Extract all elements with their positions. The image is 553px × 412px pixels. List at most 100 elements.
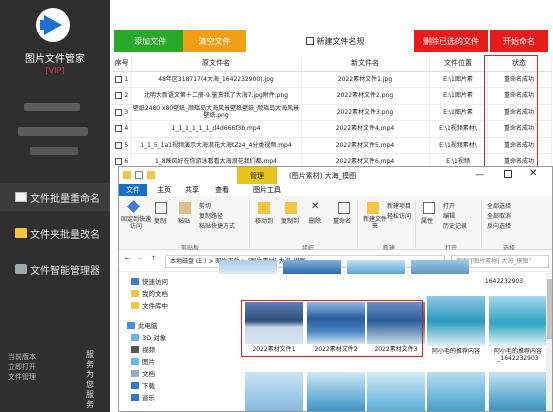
rename-button[interactable]: 重命名 [333, 216, 351, 225]
file-thumbnail[interactable] [411, 260, 469, 274]
select-all-button[interactable]: 全部选择 [487, 201, 511, 210]
file-thumbnail[interactable] [219, 260, 277, 274]
tree-my-docs[interactable]: 我的文档 [131, 288, 168, 298]
file-thumbnail[interactable] [427, 372, 485, 411]
tab-home[interactable]: 主页 [151, 184, 177, 196]
file-thumbnail[interactable] [245, 302, 303, 344]
col-header-new[interactable]: 新文件名 [301, 55, 430, 72]
copy-button[interactable]: 复制 [154, 216, 166, 225]
tab-share[interactable]: 共享 [179, 184, 205, 196]
maximize-icon[interactable] [504, 170, 512, 178]
tree-this-pc[interactable]: 此电脑 [127, 320, 158, 330]
set-rule-button[interactable]: 新建文件名规 [290, 30, 380, 52]
close-icon[interactable]: ✕ [529, 168, 537, 179]
file-thumbnail[interactable] [489, 296, 547, 346]
history-button[interactable]: 历史记录 [443, 221, 467, 230]
tree-pictures[interactable]: 图片 [131, 356, 155, 366]
cut-button[interactable]: 剪切 [199, 201, 211, 210]
file-thumbnail[interactable] [367, 302, 425, 344]
row-checkbox[interactable] [115, 92, 123, 100]
computer-icon [127, 321, 135, 329]
forward-icon[interactable]: → [137, 255, 142, 262]
file-name[interactable]: 2022素材文件2 [305, 346, 367, 353]
clear-files-button[interactable]: 清空文件 [183, 30, 246, 52]
properties-icon[interactable] [135, 171, 143, 179]
up-icon[interactable]: ↑ [151, 255, 156, 262]
open-button[interactable]: 打开 [443, 201, 455, 210]
rename-icon[interactable] [338, 202, 350, 214]
table-row[interactable]: 1 48年区318717(4大海_1642232900).jpg 2022素材文件1… [113, 71, 552, 88]
row-checkbox[interactable] [115, 108, 123, 116]
delete-button[interactable]: 删除 [309, 216, 321, 225]
paste-button[interactable]: 粘贴 [178, 216, 190, 225]
properties-button[interactable]: 属性 [421, 216, 433, 225]
delete-selected-button[interactable]: 删除已选的文件 [414, 30, 488, 52]
row-checkbox[interactable] [115, 125, 123, 133]
file-name[interactable]: 2022素材文件1 [243, 346, 305, 353]
col-header-no[interactable]: 序号 [113, 55, 132, 72]
file-name[interactable]: 2022素材文件3 [365, 346, 427, 353]
pin-icon[interactable] [127, 200, 140, 213]
start-rename-button[interactable]: 开始命名 [490, 30, 548, 52]
col-header-location[interactable]: 文件位置 [429, 55, 488, 72]
select-none-button[interactable]: 全部取消 [487, 211, 511, 220]
file-thumbnail[interactable] [307, 372, 365, 411]
move-to-button[interactable]: 移动到 [255, 216, 273, 225]
file-name[interactable]: 阿小毛的推荐内容_1642232903 [487, 348, 549, 362]
scrollbar-thumb[interactable] [547, 279, 552, 339]
invert-selection-button[interactable]: 反向选择 [487, 221, 511, 230]
minimize-icon[interactable]: — [475, 170, 484, 180]
copy-path-button[interactable]: 复制路径 [199, 211, 223, 220]
table-row[interactable]: 2 北明大新语文第十二册-9.鉴赏我了大海7.jpg附件.png 2022素材文件2… [113, 87, 552, 105]
copy-icon[interactable] [155, 202, 167, 214]
move-to-icon[interactable] [258, 202, 270, 214]
file-thumbnail[interactable] [367, 372, 425, 411]
tree-quick-access[interactable]: 快速访问 [131, 276, 168, 286]
pin-button[interactable]: 固定到快速访问 [121, 216, 151, 230]
file-thumbnail[interactable] [347, 260, 405, 274]
copy-to-button[interactable]: 复制到 [281, 216, 299, 225]
new-folder-icon[interactable] [147, 171, 155, 179]
tab-picture-tools[interactable]: 图片工具 [247, 184, 287, 196]
file-thumbnail[interactable] [283, 260, 341, 274]
row-checkbox[interactable] [115, 158, 123, 166]
easy-access-button[interactable]: 轻松访问 [387, 211, 411, 220]
copy-to-icon[interactable] [285, 202, 297, 214]
row-checkbox[interactable] [115, 75, 123, 83]
col-header-original[interactable]: 原文件名 [131, 55, 302, 72]
tree-library[interactable]: 文件库中 [131, 300, 168, 310]
add-files-button[interactable]: 添加文件 [114, 30, 186, 52]
tree-music[interactable]: 音乐 [131, 392, 155, 402]
tab-file[interactable]: 文件 [119, 184, 147, 196]
file-thumbnail[interactable] [489, 372, 547, 411]
file-name[interactable]: 阿小毛的推荐内容 [425, 348, 487, 355]
file-thumbnail[interactable] [307, 302, 365, 344]
paste-icon[interactable] [179, 202, 191, 214]
manage-tab[interactable]: 管理 [237, 167, 277, 184]
row-checkbox[interactable] [115, 141, 123, 149]
table-row[interactable]: 4 1_1_1_1_1_1_d4d666f3b.mp4 2022素材文件4.mp4 E… [113, 120, 552, 138]
file-thumbnail[interactable] [427, 296, 485, 346]
tree-downloads[interactable]: 下载 [131, 380, 155, 390]
properties-icon[interactable] [423, 202, 435, 214]
paste-shortcut-button[interactable]: 粘贴快捷方式 [199, 221, 235, 230]
nav-smart-file-manager[interactable]: 文件智能管理器 [0, 255, 110, 283]
file-thumbnail[interactable] [245, 372, 303, 411]
table-row[interactable]: 3 壁纸2480 x80壁纸_颜瑶岛大海风景壁纸壁纸_颜瑶岛大海风景壁纸.png 2… [113, 104, 552, 121]
delete-icon[interactable]: ✕ [311, 201, 319, 212]
col-header-status[interactable]: 状态 [487, 55, 552, 72]
tree-3d-objects[interactable]: 3D 对象 [131, 332, 166, 342]
file-list-scrollbar[interactable] [546, 273, 552, 411]
tab-view[interactable]: 查看 [209, 184, 235, 196]
new-item-button[interactable]: 新建项目 [387, 201, 411, 210]
tree-videos[interactable]: 视频 [131, 344, 155, 354]
nav-batch-rename-files[interactable]: 文件批量重命名 [0, 183, 110, 211]
new-folder-icon[interactable] [367, 202, 379, 214]
footer-line[interactable]: 立即打开 [8, 362, 76, 372]
table-row[interactable]: 5 1_1_5_1a1视频演示大海浪花大海tZz4_4分类视频.mp4 2022素材… [113, 137, 552, 154]
nav-batch-rename-folders[interactable]: 文件夹批量改名 [0, 219, 110, 247]
tree-documents[interactable]: 文档 [131, 368, 155, 378]
edit-button[interactable]: 编辑 [443, 211, 455, 220]
new-folder-button[interactable]: 新建文件夹 [363, 216, 387, 230]
back-icon[interactable]: ← [125, 255, 130, 262]
